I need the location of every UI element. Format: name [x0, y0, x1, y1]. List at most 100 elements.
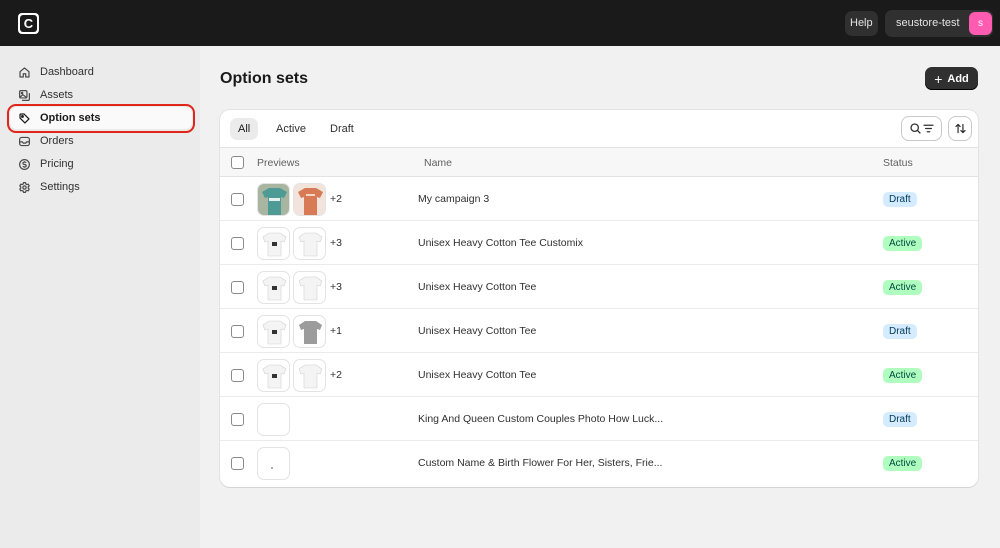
status-badge: Active	[883, 280, 923, 295]
search-icon	[909, 123, 921, 134]
sidebar-item-label: Option sets	[40, 112, 101, 124]
header-previews: Previews	[257, 157, 300, 169]
search-filter-button[interactable]	[902, 117, 941, 140]
sort-button[interactable]	[949, 117, 971, 140]
option-set-name[interactable]: My campaign 3	[418, 193, 489, 205]
dollar-icon	[19, 158, 30, 170]
store-avatar: s	[969, 12, 992, 35]
tab-draft[interactable]: Draft	[322, 118, 362, 140]
preview-thumbnail	[293, 183, 326, 216]
row-checkbox[interactable]	[231, 325, 244, 338]
sidebar-item-dashboard[interactable]: Dashboard	[10, 61, 192, 83]
sidebar-item-label: Orders	[40, 135, 74, 147]
gray-shirt-image	[299, 321, 322, 344]
table-row[interactable]: +1 Unisex Heavy Cotton Tee Draft	[220, 309, 978, 353]
more-previews-count: +3	[330, 237, 342, 249]
orange-shirt-image	[294, 184, 325, 215]
white-shirt-print-image	[262, 276, 287, 301]
option-set-name[interactable]: Custom Name & Birth Flower For Her, Sist…	[418, 457, 662, 469]
preview-thumbnail	[293, 315, 326, 348]
preview-thumbnail	[257, 183, 290, 216]
preview-thumbnail	[257, 403, 290, 436]
header-status: Status	[883, 157, 913, 169]
sort-icon	[954, 123, 966, 134]
white-shirt-image	[298, 276, 323, 301]
row-checkbox[interactable]	[231, 193, 244, 206]
sidebar-item-assets[interactable]: Assets	[10, 84, 192, 106]
images-icon	[19, 89, 30, 101]
preview-thumbnail	[257, 271, 290, 304]
table-row[interactable]: +2 Unisex Heavy Cotton Tee Active	[220, 353, 978, 397]
sidebar-item-label: Dashboard	[40, 66, 94, 78]
option-set-name[interactable]: Unisex Heavy Cotton Tee	[418, 325, 536, 337]
sidebar-item-settings[interactable]: Settings	[10, 176, 192, 198]
gear-icon	[19, 181, 30, 193]
status-badge: Active	[883, 456, 923, 471]
status-badge: Draft	[883, 324, 917, 339]
sidebar: Dashboard Assets Option sets Orders Pric…	[0, 46, 200, 548]
white-shirt-print-image	[262, 232, 287, 257]
tag-icon	[19, 112, 30, 124]
more-previews-count: +1	[330, 325, 342, 337]
sidebar-item-option-sets[interactable]: Option sets	[7, 104, 195, 133]
header-name: Name	[424, 157, 453, 169]
add-button-label: Add	[947, 72, 969, 85]
plus-icon: +	[934, 70, 943, 87]
filter-icon	[922, 124, 934, 133]
placeholder-image	[271, 467, 273, 469]
preview-thumbnail	[293, 271, 326, 304]
sidebar-item-label: Pricing	[40, 158, 74, 170]
table-row[interactable]: +3 Unisex Heavy Cotton Tee Customix Acti…	[220, 221, 978, 265]
row-checkbox[interactable]	[231, 457, 244, 470]
white-shirt-print-image	[262, 320, 287, 345]
preview-thumbnail	[257, 447, 290, 480]
more-previews-count: +2	[330, 369, 342, 381]
option-set-name[interactable]: Unisex Heavy Cotton Tee	[418, 281, 536, 293]
top-bar: C Help seustore-test s	[0, 0, 1000, 46]
table-row[interactable]: Custom Name & Birth Flower For Her, Sist…	[220, 441, 978, 485]
tab-all[interactable]: All	[230, 118, 259, 140]
add-button[interactable]: + Add	[925, 67, 978, 90]
row-checkbox[interactable]	[231, 413, 244, 426]
preview-thumbnail	[257, 315, 290, 348]
more-previews-count: +2	[330, 193, 342, 205]
table-row[interactable]: King And Queen Custom Couples Photo How …	[220, 397, 978, 441]
status-badge: Active	[883, 368, 923, 383]
status-badge: Draft	[883, 412, 917, 427]
option-set-name[interactable]: Unisex Heavy Cotton Tee	[418, 369, 536, 381]
page-title: Option sets	[220, 70, 309, 87]
select-all-checkbox[interactable]	[231, 156, 244, 169]
row-checkbox[interactable]	[231, 237, 244, 250]
sidebar-item-pricing[interactable]: Pricing	[10, 153, 192, 175]
app-logo[interactable]: C	[18, 13, 39, 34]
store-menu-button[interactable]: seustore-test s	[885, 10, 993, 37]
inbox-icon	[19, 136, 30, 146]
table-row[interactable]: +3 Unisex Heavy Cotton Tee Active	[220, 265, 978, 309]
row-checkbox[interactable]	[231, 281, 244, 294]
white-shirt-image	[298, 232, 323, 257]
table-header: Previews Name Status	[220, 147, 978, 177]
filter-tabs: All Active Draft	[220, 110, 978, 147]
store-name: seustore-test	[896, 17, 960, 29]
option-sets-card: All Active Draft Previews Name Status +2…	[220, 110, 978, 487]
tab-active[interactable]: Active	[268, 118, 314, 140]
white-shirt-print-image	[262, 364, 287, 389]
white-shirt-image	[298, 364, 323, 389]
logo-letter: C	[20, 15, 37, 32]
more-previews-count: +3	[330, 281, 342, 293]
table-row[interactable]: +2 My campaign 3 Draft	[220, 177, 978, 221]
option-set-name[interactable]: King And Queen Custom Couples Photo How …	[418, 413, 663, 425]
preview-thumbnail	[293, 227, 326, 260]
row-checkbox[interactable]	[231, 369, 244, 382]
home-icon	[19, 66, 30, 78]
status-badge: Draft	[883, 192, 917, 207]
preview-thumbnail	[293, 359, 326, 392]
option-set-name[interactable]: Unisex Heavy Cotton Tee Customix	[418, 237, 583, 249]
preview-thumbnail	[257, 359, 290, 392]
help-button[interactable]: Help	[845, 11, 878, 36]
sidebar-item-label: Settings	[40, 181, 80, 193]
sidebar-item-label: Assets	[40, 89, 74, 101]
status-badge: Active	[883, 236, 923, 251]
sidebar-item-orders[interactable]: Orders	[10, 130, 192, 152]
teal-shirt-image	[258, 184, 289, 215]
